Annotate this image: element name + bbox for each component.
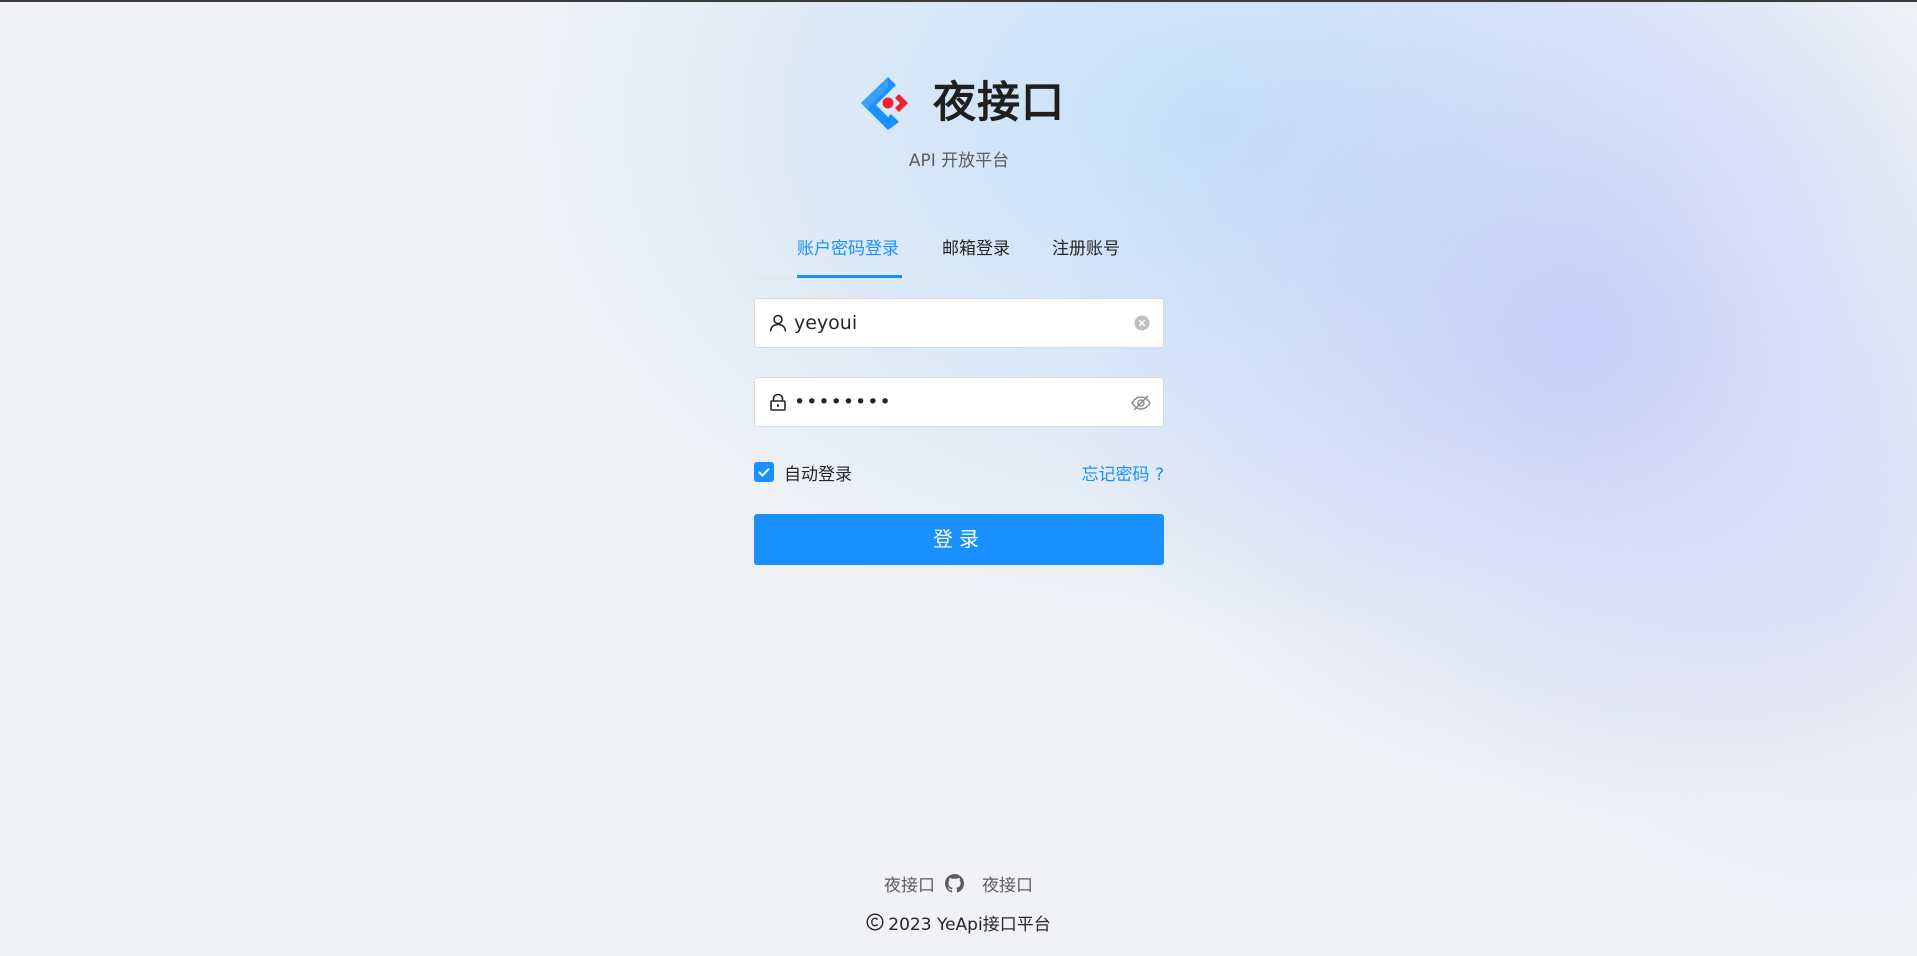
tab-account-password[interactable]: 账户密码登录 — [797, 234, 899, 259]
diamond-logo-icon — [861, 77, 908, 130]
check-icon — [758, 467, 770, 477]
lock-icon — [770, 393, 786, 411]
app-title: 夜接口 — [933, 77, 1065, 128]
eye-invisible-icon[interactable] — [1131, 393, 1151, 413]
brand-header: 夜接口 — [859, 72, 1065, 134]
github-icon[interactable] — [945, 873, 964, 893]
tab-register[interactable]: 注册账号 — [1052, 234, 1120, 259]
copyright-icon — [866, 913, 884, 931]
footer-links: 夜接口 夜接口 — [0, 871, 1917, 896]
tab-email-login[interactable]: 邮箱登录 — [942, 234, 1010, 259]
copyright: 2023 YeApi接口平台 — [0, 910, 1917, 935]
active-tab-indicator — [797, 275, 902, 278]
clear-icon[interactable] — [1134, 315, 1150, 331]
window-top-border — [0, 0, 1917, 2]
auto-login-checkbox[interactable] — [754, 462, 774, 482]
forgot-password-link[interactable]: 忘记密码 ? — [1082, 460, 1164, 485]
username-value: yeyoui — [794, 312, 858, 334]
footer-link-left[interactable]: 夜接口 — [884, 871, 935, 896]
auto-login-label[interactable]: 自动登录 — [784, 460, 852, 485]
user-icon — [769, 314, 787, 332]
app-subtitle: API 开放平台 — [908, 151, 1010, 171]
login-tabs: 账户密码登录 邮箱登录 注册账号 — [754, 232, 1164, 279]
footer-link-right[interactable]: 夜接口 — [982, 871, 1033, 896]
login-options-row: 自动登录 忘记密码 ? — [754, 458, 1164, 486]
login-button[interactable]: 登录 — [754, 514, 1164, 565]
password-value: •••••••• — [794, 391, 892, 413]
copyright-text: 2023 YeApi接口平台 — [888, 914, 1051, 935]
password-input[interactable]: •••••••• — [754, 377, 1164, 427]
username-input[interactable]: yeyoui — [754, 298, 1164, 348]
